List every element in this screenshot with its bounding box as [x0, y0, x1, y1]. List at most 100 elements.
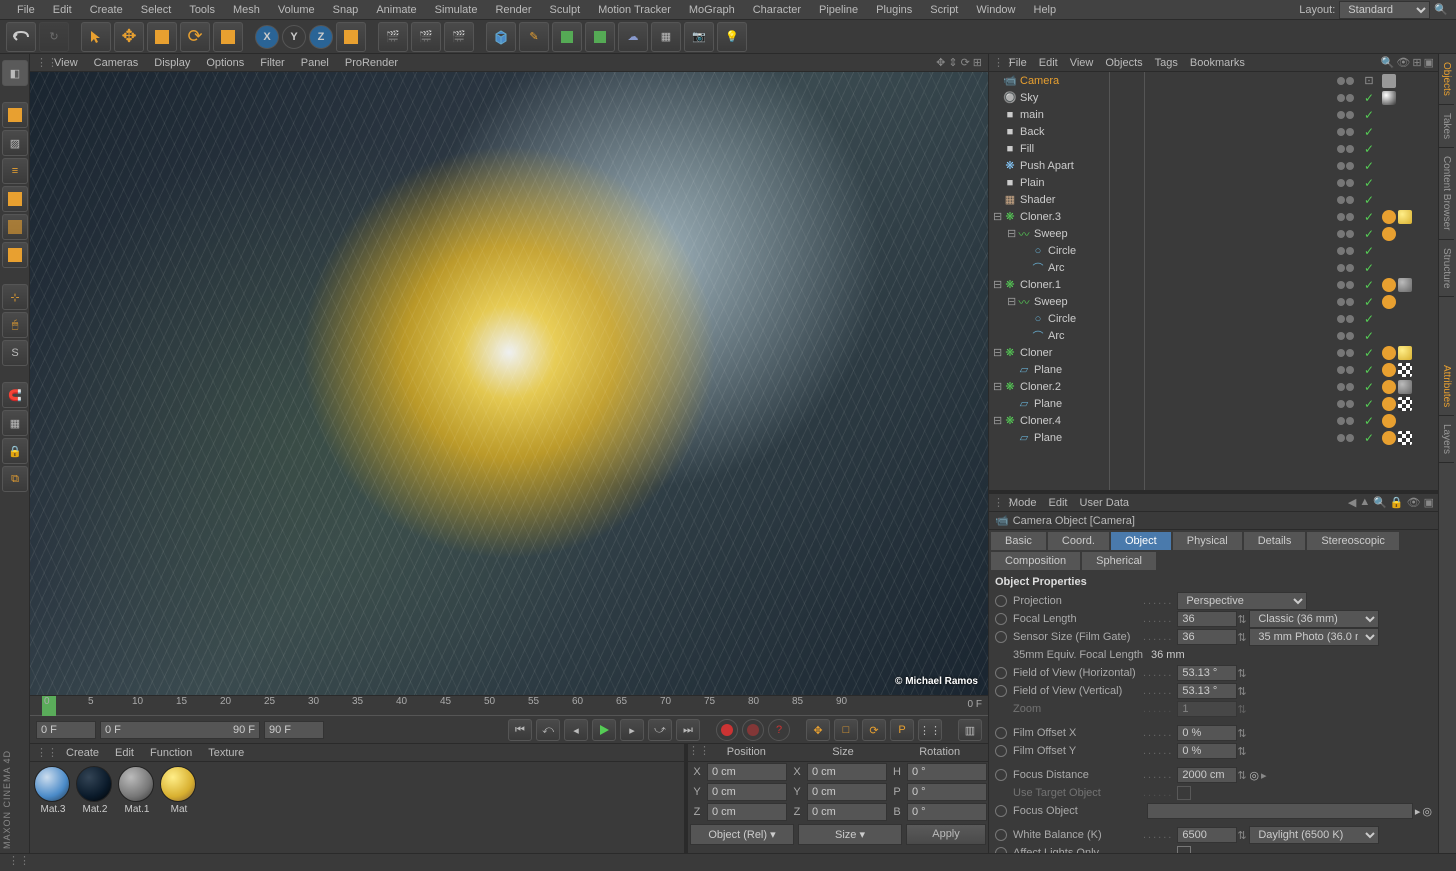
object-row[interactable]: ○Circle✓ — [989, 310, 1438, 327]
mat-menu-function[interactable]: Function — [142, 745, 200, 761]
menu-mograph[interactable]: MoGraph — [680, 1, 744, 19]
tweak-mode[interactable]: 🖱 — [2, 312, 28, 338]
workplane-mode[interactable]: ≡ — [2, 158, 28, 184]
back-icon[interactable]: ◀ — [1348, 496, 1356, 509]
visibility-dots[interactable] — [1330, 94, 1360, 102]
anim-dot[interactable] — [995, 631, 1007, 643]
check-icon[interactable]: ✓ — [1364, 176, 1374, 190]
coord-mode-dropdown[interactable]: Object (Rel) ▾ — [690, 824, 794, 845]
edge-mode[interactable] — [2, 214, 28, 240]
size-input[interactable]: 0 cm — [807, 783, 887, 801]
goto-end[interactable]: ⏭ — [676, 719, 700, 741]
generator-tool[interactable] — [552, 22, 582, 52]
axis-x[interactable]: X — [255, 25, 279, 49]
goto-start[interactable]: ⏮ — [508, 719, 532, 741]
position-input[interactable]: 0 cm — [707, 783, 787, 801]
tag-icon[interactable] — [1382, 380, 1396, 394]
visibility-dots[interactable] — [1330, 77, 1360, 85]
vmenu-cameras[interactable]: Cameras — [86, 55, 147, 71]
tag-icon[interactable] — [1398, 210, 1412, 224]
tag-icon[interactable] — [1382, 227, 1396, 241]
tag-icon[interactable] — [1398, 380, 1412, 394]
am-mode[interactable]: Mode — [1003, 495, 1043, 511]
check-icon[interactable]: ✓ — [1364, 312, 1374, 326]
check-icon[interactable]: ✓ — [1364, 278, 1374, 292]
anim-dot[interactable] — [995, 667, 1007, 679]
menu-tools[interactable]: Tools — [180, 1, 224, 19]
menu-plugins[interactable]: Plugins — [867, 1, 921, 19]
expand-icon[interactable]: ⊟ — [1007, 295, 1017, 308]
check-icon[interactable]: ✓ — [1364, 329, 1374, 343]
property-checkbox[interactable] — [1177, 846, 1191, 853]
property-input[interactable]: 0 % — [1177, 725, 1237, 741]
link-field[interactable] — [1147, 803, 1413, 819]
expand-icon[interactable]: ⊟ — [993, 278, 1003, 291]
object-mode[interactable] — [2, 102, 28, 128]
tag-icon[interactable] — [1382, 363, 1396, 377]
attr-tab[interactable]: Physical — [1173, 532, 1242, 550]
point-mode[interactable] — [2, 186, 28, 212]
expand-icon[interactable]: ⊟ — [993, 346, 1003, 359]
rotation-input[interactable]: 0 ° — [907, 803, 987, 821]
check-icon[interactable]: ✓ — [1364, 159, 1374, 173]
render-settings[interactable]: 🎬 — [444, 22, 474, 52]
om-objects[interactable]: Objects — [1099, 55, 1148, 71]
tag-icon[interactable] — [1382, 397, 1396, 411]
attr-tab[interactable]: Basic — [991, 532, 1046, 550]
select-tool[interactable] — [81, 22, 111, 52]
visibility-dots[interactable] — [1330, 145, 1360, 153]
eye-icon[interactable]: 👁 — [1407, 496, 1421, 509]
object-row[interactable]: ■Back✓ — [989, 123, 1438, 140]
property-input[interactable]: 1 — [1177, 701, 1237, 717]
visibility-dots[interactable] — [1330, 196, 1360, 204]
mat-menu-edit[interactable]: Edit — [107, 745, 142, 761]
frame-range-slider[interactable]: 0 F90 F — [100, 721, 260, 739]
property-input[interactable]: 0 % — [1177, 743, 1237, 759]
rotate-tool[interactable]: ⟳ — [180, 22, 210, 52]
visibility-dots[interactable] — [1330, 264, 1360, 272]
property-input[interactable]: 6500 — [1177, 827, 1237, 843]
keyselect-button[interactable]: ? — [768, 719, 790, 741]
property-preset[interactable]: Daylight (6500 K) — [1249, 826, 1379, 844]
viewport[interactable]: © Michael Ramos — [30, 72, 988, 695]
anim-dot[interactable] — [995, 595, 1007, 607]
tag-icon[interactable] — [1398, 431, 1412, 445]
vmenu-view[interactable]: View — [46, 55, 86, 71]
model-mode[interactable]: ◧ — [2, 60, 28, 86]
scale-tool[interactable] — [147, 22, 177, 52]
anim-dot[interactable] — [995, 685, 1007, 697]
object-row[interactable]: ⊟〰Sweep✓ — [989, 225, 1438, 242]
attr-tab[interactable]: Stereoscopic — [1307, 532, 1399, 550]
axis-y[interactable]: Y — [282, 25, 306, 49]
coord-system[interactable] — [336, 22, 366, 52]
tag-icon[interactable] — [1382, 74, 1396, 88]
visibility-dots[interactable] — [1330, 383, 1360, 391]
search-icon[interactable]: 🔍 — [1373, 496, 1387, 509]
layout-dropdown[interactable]: Standard — [1339, 1, 1430, 19]
object-row[interactable]: ▱Plane✓ — [989, 395, 1438, 412]
menu-file[interactable]: File — [8, 1, 44, 19]
visibility-dots[interactable] — [1330, 162, 1360, 170]
play-button[interactable] — [592, 719, 616, 741]
property-input[interactable]: 36 — [1177, 629, 1237, 645]
tag-icon[interactable] — [1398, 278, 1412, 292]
up-icon[interactable]: ▲ — [1359, 496, 1370, 509]
nav-pan-icon[interactable]: ✥ — [936, 56, 945, 69]
deformer-tool[interactable] — [585, 22, 615, 52]
object-row[interactable]: ○Circle✓ — [989, 242, 1438, 259]
property-input[interactable]: 53.13 ° — [1177, 683, 1237, 699]
object-row[interactable]: ⊟❋Cloner✓ — [989, 344, 1438, 361]
coord-size-dropdown[interactable]: Size ▾ — [798, 824, 902, 845]
viewport-solo[interactable]: ▦ — [2, 410, 28, 436]
autokey-button[interactable] — [742, 719, 764, 741]
property-preset[interactable]: 35 mm Photo (36.0 mm) — [1249, 628, 1379, 646]
property-input[interactable]: 53.13 ° — [1177, 665, 1237, 681]
environment-tool[interactable]: ☁ — [618, 22, 648, 52]
tab-attributes[interactable]: Attributes — [1439, 357, 1454, 416]
pen-tool[interactable]: ✎ — [519, 22, 549, 52]
attr-tab[interactable]: Spherical — [1082, 552, 1156, 570]
check-icon[interactable]: ✓ — [1364, 108, 1374, 122]
am-edit[interactable]: Edit — [1043, 495, 1074, 511]
link-icon[interactable]: ⊡ — [1364, 75, 1373, 87]
object-row[interactable]: ❋Push Apart✓ — [989, 157, 1438, 174]
